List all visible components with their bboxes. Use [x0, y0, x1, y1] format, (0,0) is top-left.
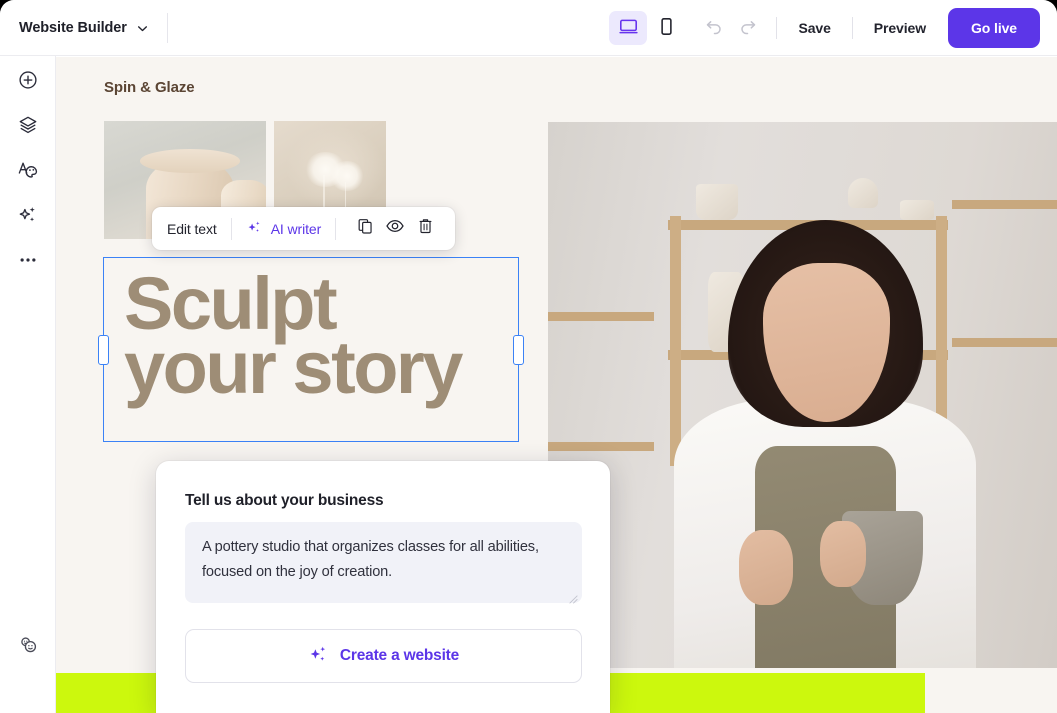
font-palette-icon [17, 159, 39, 186]
brand-label: Website Builder [19, 19, 127, 36]
layers-icon [17, 114, 39, 141]
sidebar-item-design[interactable] [0, 150, 56, 195]
delete-button[interactable] [410, 214, 440, 244]
pot-1 [696, 184, 738, 220]
toolbar-divider-2 [776, 16, 778, 39]
duplicate-icon [356, 217, 375, 241]
shelf-post-left [670, 216, 681, 466]
create-website-label: Create a website [339, 647, 460, 664]
resize-handle-left[interactable] [98, 334, 109, 365]
sidebar-item-more[interactable] [0, 240, 56, 285]
person-hand-left [739, 530, 794, 606]
toolbar-sep-2 [335, 217, 337, 240]
sidebar-item-add-element[interactable] [0, 60, 56, 105]
desktop-icon [618, 16, 639, 40]
undo-icon [704, 16, 724, 39]
faces-icon [17, 633, 40, 661]
save-button[interactable]: Save [788, 13, 840, 43]
sparkles-icon [246, 219, 263, 239]
redo-icon [738, 16, 758, 39]
sidebar-item-ai-tools[interactable] [0, 195, 56, 240]
sparkles-icon [17, 204, 39, 231]
sparkles-icon [308, 644, 329, 668]
hide-button[interactable] [380, 214, 410, 244]
redo-button[interactable] [731, 11, 765, 45]
business-description-dialog: Tell us about your business Create a web… [156, 461, 610, 713]
headline-text-block[interactable]: Sculpt your story [98, 257, 524, 442]
toolbar-divider-3 [851, 16, 853, 39]
toolbar-sep-1 [230, 217, 232, 240]
sidebar-item-collaborators[interactable] [0, 624, 56, 669]
app-window: Website Builder Save Preview Go live Spi… [0, 0, 1057, 713]
create-website-button[interactable]: Create a website [185, 629, 582, 683]
person-hand-right [820, 520, 866, 587]
trash-icon [416, 217, 435, 241]
brand-menu[interactable]: Website Builder [19, 20, 149, 36]
sidebar-bottom [0, 624, 56, 669]
eye-icon [385, 216, 405, 241]
undo-button[interactable] [697, 11, 731, 45]
mobile-view-button[interactable] [647, 11, 685, 45]
left-sidebar [0, 56, 56, 713]
site-logo: Spin & Glaze [104, 79, 195, 96]
page-headline: Sculpt your story [124, 262, 463, 409]
shelf-left [548, 312, 654, 321]
person [674, 220, 977, 668]
shelf-left-2 [548, 442, 654, 451]
flower-bloom-2 [330, 161, 364, 191]
toolbar-divider [166, 12, 168, 43]
preview-button[interactable]: Preview [864, 13, 936, 43]
top-toolbar: Website Builder Save Preview Go live [0, 0, 1057, 56]
pot-2 [848, 178, 878, 208]
business-description-input[interactable] [185, 522, 582, 603]
sidebar-item-layers[interactable] [0, 105, 56, 150]
ellipsis-icon [17, 249, 39, 276]
ai-writer-button[interactable]: AI writer [246, 219, 321, 239]
hero-photo[interactable] [548, 122, 1057, 668]
plus-circle-icon [17, 69, 39, 96]
edit-text-button[interactable]: Edit text [167, 221, 217, 237]
ai-writer-label: AI writer [270, 220, 322, 237]
chevron-down-icon [136, 22, 149, 35]
dialog-title: Tell us about your business [185, 492, 384, 509]
pot-3 [900, 200, 934, 220]
shelf-right [952, 200, 1057, 209]
text-element-toolbar: Edit text AI writer [152, 207, 456, 250]
resize-handle-right[interactable] [513, 334, 524, 365]
mobile-icon [656, 16, 677, 40]
sidebar-items [0, 56, 55, 285]
duplicate-button[interactable] [350, 214, 380, 244]
go-live-button[interactable]: Go live [948, 7, 1040, 48]
desktop-view-button[interactable] [609, 10, 648, 45]
shelf-right-2 [952, 338, 1057, 347]
